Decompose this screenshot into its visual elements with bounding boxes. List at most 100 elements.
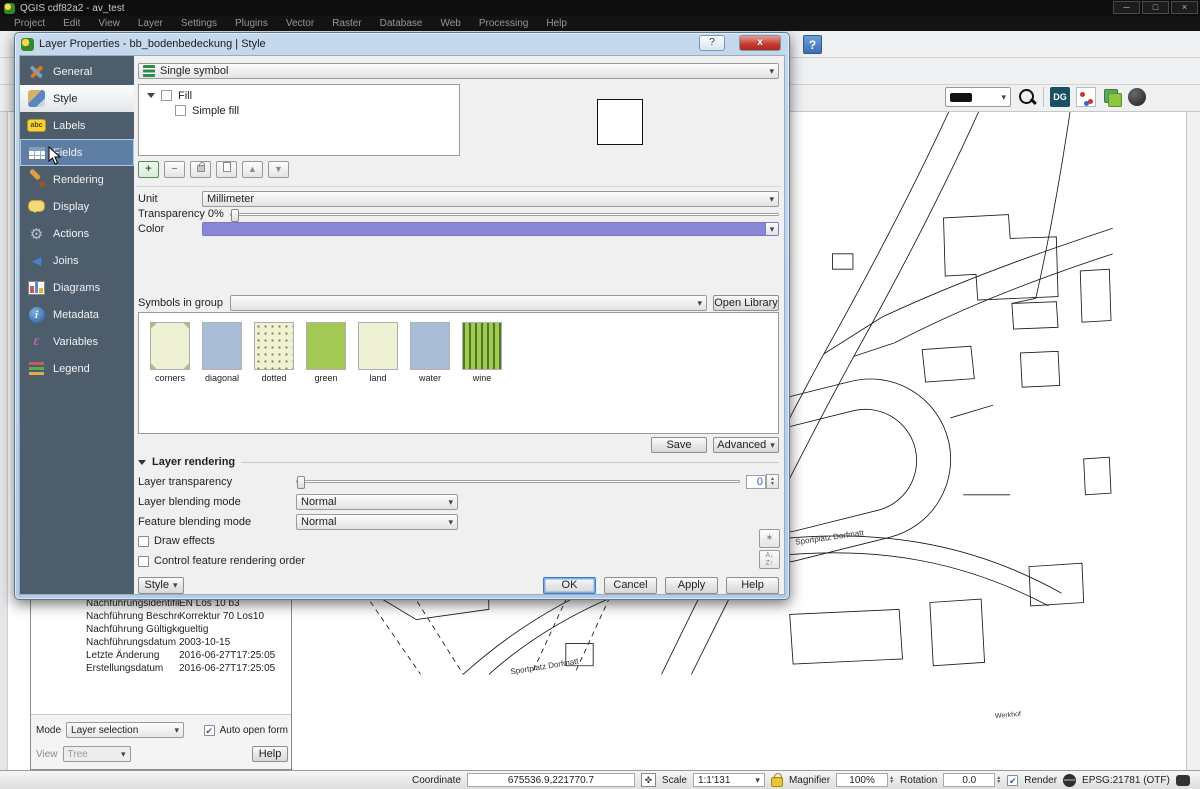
sidebar-item-style[interactable]: Style (20, 85, 134, 112)
chevron-down-icon[interactable] (765, 223, 778, 235)
minimize-button[interactable]: ─ (1113, 1, 1140, 14)
close-button[interactable]: × (1171, 1, 1198, 14)
transparency-slider[interactable] (230, 213, 779, 216)
sidebar-item-display[interactable]: Display (20, 193, 134, 220)
dialog-help-button[interactable]: ? (699, 35, 725, 51)
dg-plugin-icon[interactable]: DG (1050, 87, 1070, 107)
layer-transparency-value[interactable]: 0 (746, 475, 766, 489)
move-down-button[interactable]: ▼ (268, 161, 289, 178)
dialog-close-button[interactable]: x (739, 35, 781, 51)
layer-rendering-header[interactable]: Layer rendering (138, 456, 779, 468)
mode-combo[interactable]: Layer selection (66, 722, 184, 738)
sidebar-item-legend[interactable]: Legend (20, 355, 134, 382)
menu-web[interactable]: Web (432, 18, 468, 29)
menu-edit[interactable]: Edit (55, 18, 88, 29)
lock-symbol-layer-button[interactable] (190, 161, 211, 178)
move-up-button[interactable]: ▲ (242, 161, 263, 178)
style-menu-button[interactable]: Style (138, 577, 184, 594)
table-row[interactable]: Nachführungsdatum2003-10-15 (31, 636, 291, 649)
symbol-tree[interactable]: Fill Simple fill (138, 84, 460, 156)
render-checkbox[interactable] (1007, 775, 1018, 786)
menu-vector[interactable]: Vector (278, 18, 322, 29)
list-item[interactable]: water (409, 322, 451, 433)
tree-expander-icon[interactable] (147, 93, 155, 98)
help-button[interactable]: Help (726, 577, 779, 594)
add-symbol-layer-button[interactable]: + (138, 161, 159, 178)
menu-layer[interactable]: Layer (130, 18, 171, 29)
zoom-search-icon[interactable] (1017, 87, 1037, 107)
menu-project[interactable]: Project (6, 18, 53, 29)
table-row[interactable]: Nachführung BeschreiKorrektur 70 Los10 (31, 610, 291, 623)
list-item[interactable]: dotted (253, 322, 295, 433)
menu-database[interactable]: Database (372, 18, 431, 29)
messages-icon[interactable] (1176, 775, 1190, 786)
sidebar-item-general[interactable]: General (20, 58, 134, 85)
unit-combo[interactable]: Millimeter (202, 191, 779, 207)
list-item[interactable]: land (357, 322, 399, 433)
slider-handle[interactable] (297, 476, 305, 489)
scale-combo[interactable]: 1:1'131 (693, 773, 765, 787)
sidebar-item-rendering[interactable]: Rendering (20, 166, 134, 193)
table-row[interactable]: Letzte Änderung2016-06-27T17:25:05 (31, 649, 291, 662)
network-plugin-icon[interactable] (1076, 87, 1096, 107)
layer-transparency-slider[interactable] (296, 480, 740, 483)
sidebar-item-variables[interactable]: εVariables (20, 328, 134, 355)
effects-options-button[interactable]: ✶ (759, 529, 780, 548)
remove-symbol-layer-button[interactable]: − (164, 161, 185, 178)
menu-settings[interactable]: Settings (173, 18, 225, 29)
open-library-button[interactable]: Open Library (713, 295, 779, 311)
layer-blending-combo[interactable]: Normal (296, 494, 458, 510)
sort-order-button[interactable]: A↓Z↑ (759, 550, 780, 569)
dialog-titlebar[interactable]: Layer Properties - bb_bodenbedeckung | S… (15, 33, 789, 55)
table-row[interactable]: Nachführung Gültigkeitgueltig (31, 623, 291, 636)
help-toolbar-button[interactable]: ? (803, 35, 822, 54)
tree-row-fill[interactable]: Fill (139, 88, 459, 103)
sidebar-item-joins[interactable]: ◀Joins (20, 247, 134, 274)
sidebar-item-metadata[interactable]: iMetadata (20, 301, 134, 328)
feature-blending-combo[interactable]: Normal (296, 514, 458, 530)
coordinate-input[interactable]: 675536.9,221770.7 (467, 773, 635, 787)
save-button[interactable]: Save (651, 437, 707, 453)
list-item[interactable]: green (305, 322, 347, 433)
menu-view[interactable]: View (90, 18, 128, 29)
spinner-arrows[interactable]: ▲▼ (766, 474, 779, 489)
list-item[interactable]: wine (461, 322, 503, 433)
apply-button[interactable]: Apply (665, 577, 718, 594)
cancel-button[interactable]: Cancel (604, 577, 657, 594)
control-order-checkbox[interactable] (138, 556, 149, 567)
draw-effects-checkbox[interactable] (138, 536, 149, 547)
auto-open-form-checkbox[interactable] (204, 725, 215, 736)
crs-globe-icon[interactable] (1063, 774, 1076, 787)
tree-row-simple-fill[interactable]: Simple fill (139, 103, 459, 118)
style-preset-combo[interactable] (945, 87, 1011, 107)
globe-plugin-icon[interactable] (1128, 88, 1146, 106)
ok-button[interactable]: OK (543, 577, 596, 594)
color-button[interactable] (202, 222, 779, 236)
rotation-spinner[interactable]: 0.0▲▼ (943, 773, 1001, 787)
layers-plugin-icon[interactable] (1102, 87, 1122, 107)
duplicate-symbol-layer-button[interactable] (216, 161, 237, 178)
menu-help[interactable]: Help (538, 18, 575, 29)
renderer-combo[interactable]: Single symbol (138, 63, 779, 79)
list-item[interactable]: corners (149, 322, 191, 433)
menu-plugins[interactable]: Plugins (227, 18, 276, 29)
attr-key: Nachführung Gültigkeit (31, 623, 179, 636)
scale-lock-icon[interactable] (771, 777, 783, 787)
identify-help-button[interactable]: Help (252, 746, 288, 762)
maximize-button[interactable]: □ (1142, 1, 1169, 14)
mouse-track-icon[interactable]: ✜ (641, 773, 656, 787)
sidebar-item-labels[interactable]: abcLabels (20, 112, 134, 139)
crs-text[interactable]: EPSG:21781 (OTF) (1082, 775, 1170, 786)
symbols-group-combo[interactable] (230, 295, 707, 311)
advanced-button[interactable]: Advanced (713, 437, 779, 453)
menu-raster[interactable]: Raster (324, 18, 369, 29)
sidebar-item-fields[interactable]: Fields (20, 139, 134, 166)
sidebar-item-diagrams[interactable]: Diagrams (20, 274, 134, 301)
slider-handle[interactable] (231, 209, 239, 222)
list-item[interactable]: diagonal (201, 322, 243, 433)
menu-processing[interactable]: Processing (471, 18, 536, 29)
magnifier-spinner[interactable]: 100%▲▼ (836, 773, 894, 787)
sidebar-item-actions[interactable]: ⚙Actions (20, 220, 134, 247)
table-row[interactable]: Erstellungsdatum2016-06-27T17:25:05 (31, 662, 291, 675)
view-combo[interactable]: Tree (63, 746, 131, 762)
